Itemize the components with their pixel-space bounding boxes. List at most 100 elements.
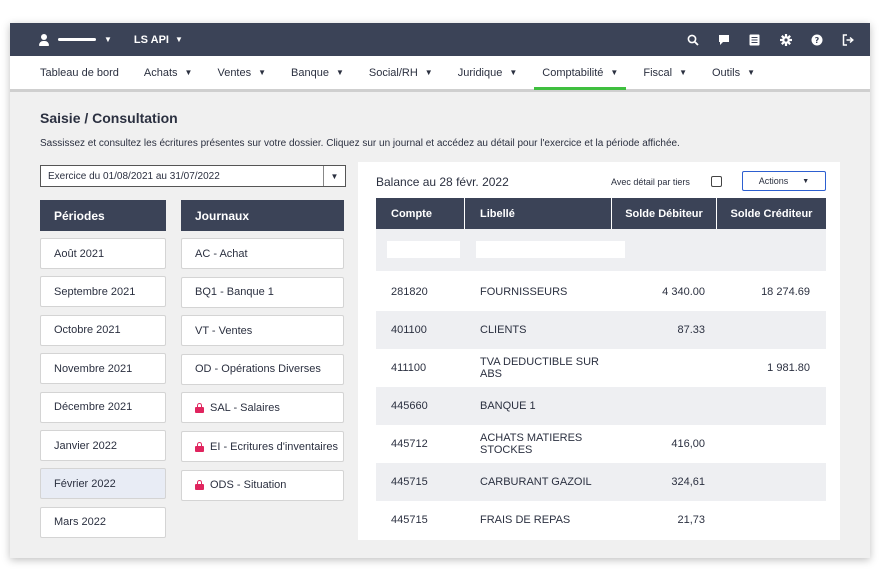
table-row[interactable]: 281820 FOURNISSEURS 4 340.00 18 274.69 xyxy=(376,273,826,311)
chevron-down-icon: ▼ xyxy=(679,68,687,77)
libelle-filter-input[interactable] xyxy=(476,241,625,258)
table-row[interactable]: 401100 CLIENTS 87.33 xyxy=(376,311,826,349)
chevron-down-icon: ▼ xyxy=(424,68,433,77)
journal-item[interactable]: BQ1 - Banque 1 xyxy=(181,276,344,308)
journal-item[interactable]: EI - Ecritures d'inventaires xyxy=(181,431,344,462)
actions-button[interactable]: Actions ▼ xyxy=(742,171,826,191)
period-item-label: Octobre 2021 xyxy=(54,324,121,337)
nav-item-label: Achats xyxy=(143,66,178,79)
nav-item-2[interactable]: Ventes ▼ xyxy=(217,56,266,89)
logout-icon[interactable] xyxy=(841,33,854,46)
journals-header: Journaux xyxy=(181,200,344,231)
period-item[interactable]: Janvier 2022 xyxy=(40,430,166,461)
column-header[interactable]: Solde Créditeur xyxy=(717,198,826,229)
company-selector[interactable]: LS API ▼ xyxy=(134,34,183,46)
chevron-down-icon: ▼ xyxy=(610,68,619,77)
app-window: ▼ LS API ▼ ? Tableau de bord Achats ▼ Ve… xyxy=(10,23,870,558)
journal-item[interactable]: SAL - Salaires xyxy=(181,392,344,424)
company-name: LS API xyxy=(133,33,169,46)
table-row[interactable]: 411100 TVA DEDUCTIBLE SUR ABS 1 981.80 xyxy=(376,349,826,387)
search-icon[interactable] xyxy=(686,33,699,46)
chevron-down-icon: ▼ xyxy=(747,68,756,77)
user-menu[interactable]: ▼ xyxy=(38,33,112,46)
chevron-down-icon: ▼ xyxy=(174,35,183,44)
lock-icon xyxy=(195,441,204,452)
journal-item-label: ODS - Situation xyxy=(210,479,287,492)
chevron-down-icon[interactable]: ▼ xyxy=(323,166,345,186)
nav-item-label: Comptabilité xyxy=(542,66,604,79)
cell-debit: 324,61 xyxy=(671,476,705,488)
cell-libelle: BANQUE 1 xyxy=(480,400,536,412)
cell-libelle: FRAIS DE REPAS xyxy=(480,514,571,526)
nav-item-1[interactable]: Achats ▼ xyxy=(144,56,193,89)
cell-compte: 445660 xyxy=(391,400,428,412)
chat-icon[interactable] xyxy=(717,33,730,46)
table-row[interactable]: 445712 ACHATS MATIERES STOCKES 416,00 xyxy=(376,425,826,463)
chevron-down-icon: ▼ xyxy=(509,68,518,77)
column-header[interactable]: Compte xyxy=(376,198,465,229)
exercise-select[interactable]: Exercice du 01/08/2021 au 31/07/2022 ▼ xyxy=(40,165,346,187)
period-item[interactable]: Mars 2022 xyxy=(40,506,166,538)
cell-credit: 18 274.69 xyxy=(761,286,810,298)
journal-item-label: OD - Opérations Diverses xyxy=(195,363,321,376)
svg-text:?: ? xyxy=(814,36,819,45)
nav-item-5[interactable]: Juridique ▼ xyxy=(458,56,518,89)
balance-table-header: Compte Libellé Solde Débiteur Solde Crédite… xyxy=(376,198,826,229)
nav-item-label: Juridique xyxy=(457,66,503,79)
compte-filter-input[interactable] xyxy=(387,241,460,258)
table-row[interactable]: 445715 FRAIS DE REPAS 21,73 xyxy=(376,501,826,539)
nav-item-8[interactable]: Outils ▼ xyxy=(712,56,755,89)
detail-by-party-label: Avec détail par tiers xyxy=(611,177,690,187)
page-description: Sassissez et consultez les écritures pré… xyxy=(40,138,680,149)
period-item[interactable]: Février 2022 xyxy=(40,468,166,500)
cell-debit: 416,00 xyxy=(671,438,705,450)
journal-item[interactable]: OD - Opérations Diverses xyxy=(181,353,344,385)
nav-item-6[interactable]: Comptabilité ▼ xyxy=(534,56,627,90)
page-title: Saisie / Consultation xyxy=(40,110,178,126)
journal-item[interactable]: ODS - Situation xyxy=(181,469,344,501)
detail-by-party-checkbox[interactable] xyxy=(711,176,722,187)
nav-item-4[interactable]: Social/RH ▼ xyxy=(369,56,433,89)
nav-item-3[interactable]: Banque ▼ xyxy=(291,56,344,89)
journal-item-label: VT - Ventes xyxy=(195,324,253,337)
nav-item-label: Outils xyxy=(712,66,741,79)
period-item-label: Août 2021 xyxy=(54,247,105,260)
period-item[interactable]: Septembre 2021 xyxy=(40,276,166,308)
journal-item-label: AC - Achat xyxy=(195,247,248,260)
cell-libelle: TVA DEDUCTIBLE SUR ABS xyxy=(480,356,599,380)
lock-icon xyxy=(195,402,204,413)
document-icon[interactable] xyxy=(748,33,761,46)
table-row[interactable]: 445660 BANQUE 1 xyxy=(376,387,826,425)
gear-icon[interactable] xyxy=(779,33,792,46)
journal-item[interactable]: AC - Achat xyxy=(181,238,344,269)
journal-item-label: BQ1 - Banque 1 xyxy=(195,286,274,299)
cell-compte: 281820 xyxy=(391,286,428,298)
column-header[interactable]: Libellé xyxy=(465,198,612,229)
period-item-label: Novembre 2021 xyxy=(54,362,133,375)
actions-button-label: Actions xyxy=(758,176,789,186)
period-item[interactable]: Décembre 2021 xyxy=(40,391,166,423)
cell-debit: 21,73 xyxy=(677,514,705,526)
period-item-label: Mars 2022 xyxy=(54,516,106,529)
lock-icon xyxy=(195,480,204,491)
nav-item-0[interactable]: Tableau de bord xyxy=(40,56,119,89)
nav-item-label: Tableau de bord xyxy=(40,66,119,79)
cell-libelle: FOURNISSEURS xyxy=(480,286,568,298)
journal-item[interactable]: VT - Ventes xyxy=(181,315,344,347)
column-header[interactable]: Solde Débiteur xyxy=(612,198,717,229)
user-name-redacted xyxy=(58,38,96,41)
cell-credit: 1 981.80 xyxy=(767,362,810,374)
period-item[interactable]: Novembre 2021 xyxy=(40,353,166,385)
cell-compte: 445712 xyxy=(391,438,428,450)
cell-compte: 445715 xyxy=(391,514,428,526)
table-row[interactable]: 445715 CARBURANT GAZOIL 324,61 xyxy=(376,463,826,501)
periods-header: Périodes xyxy=(40,200,166,231)
help-icon[interactable]: ? xyxy=(810,33,823,46)
period-item[interactable]: Août 2021 xyxy=(40,238,166,269)
nav-item-7[interactable]: Fiscal ▼ xyxy=(643,56,687,89)
chevron-down-icon: ▼ xyxy=(104,35,112,44)
cell-compte: 445715 xyxy=(391,476,428,488)
user-icon xyxy=(38,33,50,46)
period-item[interactable]: Octobre 2021 xyxy=(40,314,166,346)
top-bar: ▼ LS API ▼ ? xyxy=(10,23,870,56)
